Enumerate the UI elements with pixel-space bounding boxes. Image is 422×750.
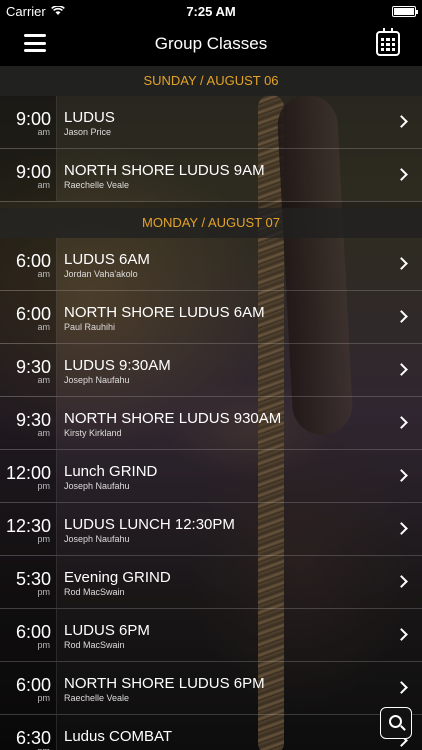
instructor-name: Kirsty Kirkland: [64, 428, 122, 438]
navigation-bar: Group Classes: [0, 22, 422, 66]
class-name: LUDUS 6AM: [64, 251, 150, 268]
class-ampm: am: [37, 269, 50, 279]
time-column: 6:00 am: [0, 291, 57, 343]
class-info: LUDUS Jason Price: [57, 96, 115, 148]
instructor-name: Jordan Vaha'akolo: [64, 269, 138, 279]
time-column: 12:30 pm: [0, 503, 57, 555]
class-row[interactable]: 5:30 pm Evening GRIND Rod MacSwain: [0, 556, 422, 609]
class-info: LUDUS 6AM Jordan Vaha'akolo: [57, 238, 150, 290]
class-info: LUDUS 9:30AM Joseph Naufahu: [57, 344, 171, 396]
class-name: Evening GRIND: [64, 569, 171, 586]
class-name: LUDUS: [64, 109, 115, 126]
class-info: NORTH SHORE LUDUS 930AM Kirsty Kirkland: [57, 397, 281, 449]
time-column: 6:00 pm: [0, 662, 57, 714]
class-row[interactable]: 6:00 am LUDUS 6AM Jordan Vaha'akolo: [0, 238, 422, 291]
instructor-name: Joseph Naufahu: [64, 481, 130, 491]
status-bar: Carrier 7:25 AM: [0, 0, 422, 22]
chevron-right-icon: [395, 168, 408, 181]
class-row[interactable]: 9:00 am NORTH SHORE LUDUS 9AM Raechelle …: [0, 149, 422, 202]
instructor-name: Joseph Naufahu: [64, 375, 130, 385]
chevron-right-icon: [395, 681, 408, 694]
class-row[interactable]: 6:00 pm NORTH SHORE LUDUS 6PM Raechelle …: [0, 662, 422, 715]
class-row[interactable]: 6:00 am NORTH SHORE LUDUS 6AM Paul Rauhi…: [0, 291, 422, 344]
class-info: NORTH SHORE LUDUS 6PM Raechelle Veale: [57, 662, 265, 714]
class-info: Lunch GRIND Joseph Naufahu: [57, 450, 157, 502]
day-header: MONDAY / AUGUST 07: [0, 208, 422, 238]
battery-icon: [392, 5, 418, 17]
class-info: NORTH SHORE LUDUS 6AM Paul Rauhihi: [57, 291, 265, 343]
time-column: 6:00 am: [0, 238, 57, 290]
calendar-icon[interactable]: [376, 28, 400, 56]
class-name: NORTH SHORE LUDUS 930AM: [64, 410, 282, 427]
chevron-right-icon: [395, 115, 408, 128]
class-name: LUDUS 9:30AM: [64, 357, 171, 374]
class-name: LUDUS 6PM: [64, 622, 150, 639]
class-row[interactable]: 12:30 pm LUDUS LUNCH 12:30PM Joseph Nauf…: [0, 503, 422, 556]
class-row[interactable]: 9:30 am LUDUS 9:30AM Joseph Naufahu: [0, 344, 422, 397]
time-column: 9:00 am: [0, 149, 57, 201]
class-row[interactable]: 6:30 pm Ludus COMBAT: [0, 715, 422, 750]
class-ampm: pm: [37, 587, 50, 597]
class-name: NORTH SHORE LUDUS 6PM: [64, 675, 265, 692]
chevron-right-icon: [395, 310, 408, 323]
time-column: 9:30 am: [0, 397, 57, 449]
class-ampm: am: [37, 322, 50, 332]
class-ampm: am: [37, 127, 50, 137]
class-info: NORTH SHORE LUDUS 9AM Raechelle Veale: [57, 149, 265, 201]
page-title: Group Classes: [154, 34, 268, 53]
search-button[interactable]: [380, 707, 412, 739]
class-row[interactable]: 12:00 pm Lunch GRIND Joseph Naufahu: [0, 450, 422, 503]
class-ampm: am: [37, 375, 50, 385]
chevron-right-icon: [395, 416, 408, 429]
chevron-right-icon: [395, 522, 408, 535]
class-ampm: pm: [37, 534, 50, 544]
carrier-label: Carrier: [6, 3, 46, 19]
class-row[interactable]: 6:00 pm LUDUS 6PM Rod MacSwain: [0, 609, 422, 662]
time-column: 9:00 am: [0, 96, 57, 148]
class-info: Ludus COMBAT: [57, 715, 172, 750]
time-column: 12:00 pm: [0, 450, 57, 502]
class-ampm: pm: [37, 481, 50, 491]
class-info: Evening GRIND Rod MacSwain: [57, 556, 171, 608]
chevron-right-icon: [395, 469, 408, 482]
chevron-right-icon: [395, 575, 408, 588]
time-column: 9:30 am: [0, 344, 57, 396]
class-info: LUDUS LUNCH 12:30PM Joseph Naufahu: [57, 503, 235, 555]
class-name: NORTH SHORE LUDUS 9AM: [64, 162, 265, 179]
class-ampm: am: [37, 180, 50, 190]
hamburger-menu-icon[interactable]: [24, 34, 46, 52]
day-header: SUNDAY / AUGUST 06: [0, 66, 422, 96]
instructor-name: Raechelle Veale: [64, 180, 130, 190]
instructor-name: Jason Price: [64, 127, 112, 137]
time-column: 6:30 pm: [0, 715, 57, 750]
class-info: LUDUS 6PM Rod MacSwain: [57, 609, 150, 661]
time-column: 5:30 pm: [0, 556, 57, 608]
chevron-right-icon: [395, 628, 408, 641]
class-name: LUDUS LUNCH 12:30PM: [64, 516, 235, 533]
class-ampm: pm: [37, 640, 50, 650]
class-name: Ludus COMBAT: [64, 728, 173, 745]
chevron-right-icon: [395, 257, 408, 270]
class-list[interactable]: SUNDAY / AUGUST 06 9:00 am LUDUS Jason P…: [0, 66, 422, 750]
class-ampm: pm: [37, 746, 50, 750]
instructor-name: Rod MacSwain: [64, 640, 125, 650]
class-name: Lunch GRIND: [64, 463, 158, 480]
chevron-right-icon: [395, 363, 408, 376]
instructor-name: Rod MacSwain: [64, 587, 125, 597]
time-column: 6:00 pm: [0, 609, 57, 661]
instructor-name: Paul Rauhihi: [64, 322, 116, 332]
class-name: NORTH SHORE LUDUS 6AM: [64, 304, 265, 321]
class-row[interactable]: 9:30 am NORTH SHORE LUDUS 930AM Kirsty K…: [0, 397, 422, 450]
class-ampm: am: [37, 428, 50, 438]
wifi-icon: [50, 6, 65, 15]
class-ampm: pm: [37, 693, 50, 703]
instructor-name: Joseph Naufahu: [64, 534, 130, 544]
class-row[interactable]: 9:00 am LUDUS Jason Price: [0, 96, 422, 149]
instructor-name: Raechelle Veale: [64, 693, 130, 703]
